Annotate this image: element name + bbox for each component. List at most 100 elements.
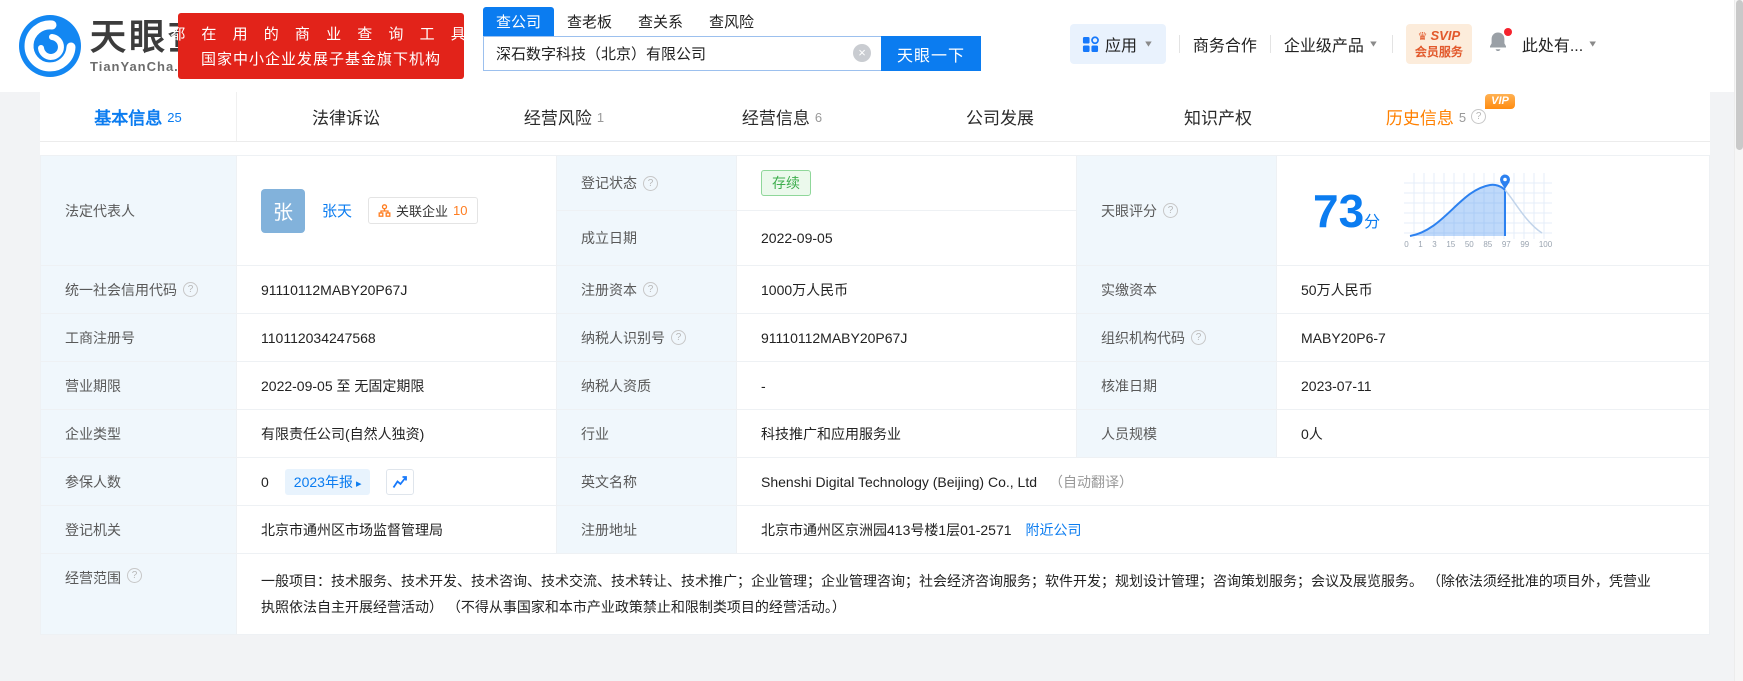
tab-intellectual-property[interactable]: 知识产权	[1109, 92, 1327, 141]
label-registered-capital: 注册资本	[557, 266, 737, 314]
label-text: 企业类型	[65, 424, 121, 444]
svip-service-label: 会员服务	[1415, 45, 1463, 60]
tab-label: 公司发展	[966, 104, 1034, 129]
label-english-name: 英文名称	[557, 458, 737, 506]
help-icon[interactable]	[671, 330, 686, 345]
label-org-code: 组织机构代码	[1077, 314, 1277, 362]
score-axis-labels: 0131550859799100	[1404, 240, 1552, 249]
tab-history-info[interactable]: VIP 历史信息 5	[1327, 92, 1545, 141]
help-icon[interactable]	[127, 568, 142, 583]
notification-bell-button[interactable]	[1488, 31, 1508, 58]
value-text: 1000万人民币	[761, 280, 848, 300]
apps-menu-button[interactable]: 应用	[1070, 24, 1166, 64]
value-insured-count: 0 2023年报	[237, 458, 557, 506]
label-registration-status: 登记状态	[557, 156, 737, 211]
apps-grid-icon	[1082, 36, 1099, 53]
search-tab-boss[interactable]: 查老板	[554, 7, 625, 36]
tab-operation-risk[interactable]: 经营风险 1	[455, 92, 673, 141]
value-english-name: Shenshi Digital Technology (Beijing) Co.…	[737, 458, 1710, 506]
chevron-down-icon	[1368, 39, 1379, 49]
value-staff-size: 0人	[1277, 410, 1710, 458]
value-credit-code: 91110112MABY20P67J	[237, 266, 557, 314]
help-icon[interactable]	[183, 282, 198, 297]
label-text: 登记机关	[65, 520, 121, 540]
help-icon[interactable]	[1471, 109, 1486, 124]
score-bell-curve	[1404, 173, 1552, 239]
help-icon[interactable]	[1163, 203, 1178, 218]
value-text: 91110112MABY20P67J	[261, 282, 407, 298]
value-business-term: 2022-09-05 至 无固定期限	[237, 362, 557, 410]
value-company-type: 有限责任公司(自然人独资)	[237, 410, 557, 458]
value-paid-capital: 50万人民币	[1277, 266, 1710, 314]
label-text: 参保人数	[65, 472, 121, 492]
promo-banner: 都 在 用 的 商 业 查 询 工 具 国家中小企业发展子基金旗下机构	[178, 13, 464, 79]
nearby-companies-link[interactable]: 附近公司	[1026, 520, 1082, 540]
related-count: 10	[453, 203, 467, 218]
clear-icon[interactable]	[853, 44, 871, 62]
value-text: 110112034247568	[261, 330, 376, 346]
related-companies-badge[interactable]: 关联企业 10	[368, 197, 477, 224]
score-number: 73	[1313, 185, 1364, 237]
status-badge: 存续	[761, 170, 811, 196]
tab-label: 基本信息	[94, 104, 162, 129]
search-tab-risk[interactable]: 查风险	[696, 7, 767, 36]
label-taxpayer-id: 纳税人识别号	[557, 314, 737, 362]
label-credit-code: 统一社会信用代码	[41, 266, 237, 314]
nav-cooperation[interactable]: 商务合作	[1193, 32, 1257, 56]
label-text: 工商注册号	[65, 328, 135, 348]
search-input[interactable]	[483, 36, 881, 71]
value-registration-status: 存续	[737, 156, 1077, 211]
help-icon[interactable]	[643, 282, 658, 297]
caret-right-icon	[356, 474, 362, 490]
value-taxpayer-id: 91110112MABY20P67J	[737, 314, 1077, 362]
tab-company-development[interactable]: 公司发展	[891, 92, 1109, 141]
apps-label: 应用	[1105, 32, 1137, 56]
value-industry: 科技推广和应用服务业	[737, 410, 1077, 458]
label-text: 纳税人资质	[581, 376, 651, 396]
value-org-code: MABY20P6-7	[1277, 314, 1710, 362]
value-text: 0	[261, 474, 269, 490]
label-text: 行业	[581, 424, 609, 444]
annual-report-badge[interactable]: 2023年报	[285, 469, 371, 495]
avatar[interactable]: 张	[261, 189, 305, 233]
tab-label: 经营风险	[524, 104, 592, 129]
search-tab-relation[interactable]: 查关系	[625, 7, 696, 36]
value-text: 2023-07-11	[1301, 378, 1372, 394]
help-icon[interactable]	[643, 176, 658, 191]
value-text: Shenshi Digital Technology (Beijing) Co.…	[761, 474, 1037, 490]
legal-rep-name-link[interactable]: 张天	[322, 200, 352, 221]
tab-count: 6	[815, 110, 822, 125]
tab-basic-info[interactable]: 基本信息 25	[40, 92, 237, 141]
username-label: 此处有...	[1522, 32, 1583, 56]
scrollbar	[1734, 0, 1743, 681]
value-text: 有限责任公司(自然人独资)	[261, 424, 424, 444]
value-text: MABY20P6-7	[1301, 330, 1386, 346]
score-unit: 分	[1364, 214, 1380, 231]
user-menu[interactable]: 此处有...	[1522, 32, 1598, 56]
label-tianyan-score: 天眼评分	[1077, 156, 1277, 266]
label-registration-authority: 登记机关	[41, 506, 237, 554]
value-registered-address: 北京市通州区京洲园413号楼1层01-2571 附近公司	[737, 506, 1710, 554]
tab-count: 5	[1459, 110, 1466, 125]
label-text: 法定代表人	[65, 201, 135, 221]
label-text: 组织机构代码	[1101, 328, 1185, 348]
scrollbar-thumb[interactable]	[1736, 0, 1743, 150]
tab-operation-info[interactable]: 经营信息 6	[673, 92, 891, 141]
search-button[interactable]: 天眼一下	[881, 36, 981, 71]
notification-dot	[1504, 28, 1512, 36]
search-box: 查公司 查老板 查关系 查风险 天眼一下	[483, 8, 981, 71]
tab-count: 1	[597, 110, 604, 125]
value-approval-date: 2023-07-11	[1277, 362, 1710, 410]
value-text: 科技推广和应用服务业	[761, 424, 901, 444]
value-establish-date: 2022-09-05	[737, 211, 1077, 266]
chevron-down-icon	[1143, 39, 1154, 49]
help-icon[interactable]	[1191, 330, 1206, 345]
tab-legal-litigation[interactable]: 法律诉讼	[237, 92, 455, 141]
search-tab-company[interactable]: 查公司	[483, 7, 554, 36]
label-text: 注册资本	[581, 280, 637, 300]
svip-member-button[interactable]: SVIP 会员服务	[1406, 24, 1472, 64]
nav-enterprise-products[interactable]: 企业级产品	[1284, 32, 1379, 56]
value-legal-representative: 张 张天 关联企业 10	[237, 156, 557, 266]
trend-chart-button[interactable]	[386, 469, 414, 495]
tianyancha-logo-icon[interactable]	[18, 14, 82, 78]
